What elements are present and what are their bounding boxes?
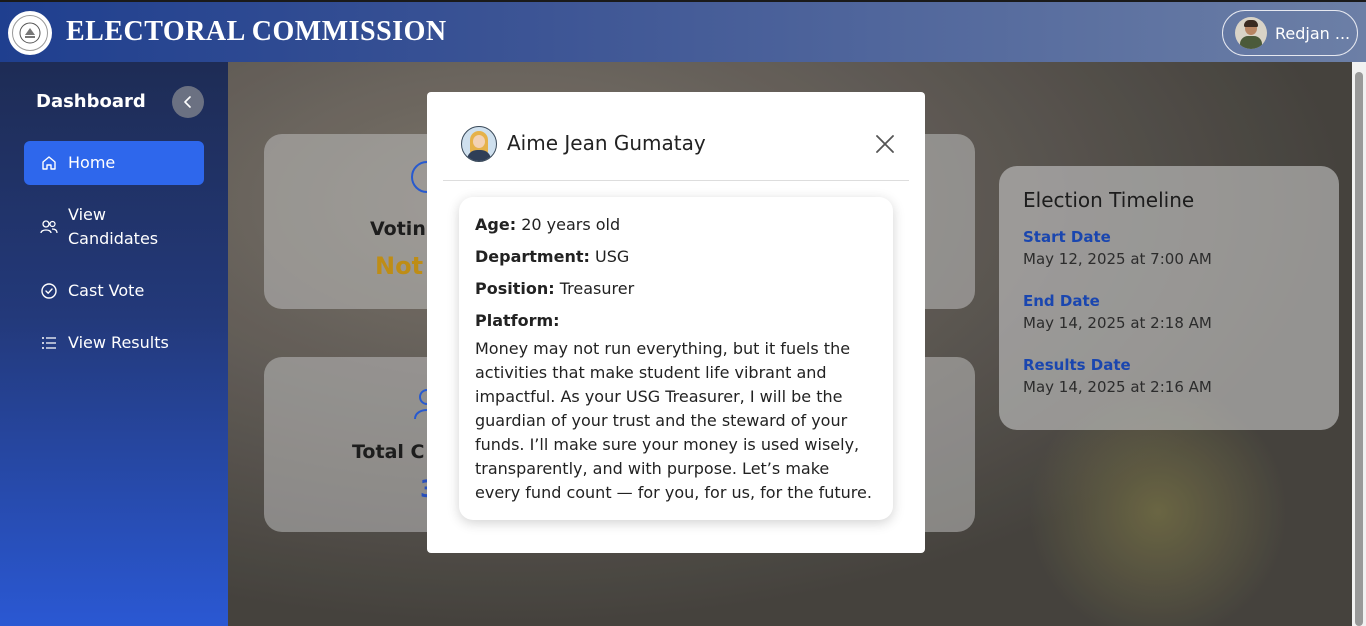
home-icon: [40, 151, 58, 175]
page-scrollbar[interactable]: [1352, 62, 1366, 626]
platform-label: Platform:: [475, 311, 560, 330]
sidebar-title: Dashboard: [36, 91, 146, 112]
position-value: Treasurer: [559, 279, 635, 298]
sidebar-item-home[interactable]: Home: [24, 141, 204, 185]
chevron-left-icon: [184, 96, 191, 108]
check-circle-icon: [40, 279, 58, 303]
sidebar-item-label: Cast Vote: [68, 281, 145, 300]
sidebar-item-cast-vote[interactable]: Cast Vote: [24, 269, 204, 313]
sidebar-item-label: View Candidates: [68, 205, 159, 248]
age-value: 20 years old: [521, 215, 621, 234]
sidebar-item-view-candidates[interactable]: View Candidates: [24, 193, 204, 261]
age-label: Age:: [475, 215, 517, 234]
platform-text: Money may not run everything, but it fue…: [475, 339, 872, 502]
user-menu-button[interactable]: Redjan ...: [1222, 10, 1358, 56]
candidate-avatar: [461, 126, 497, 162]
sidebar-item-label: Home: [68, 153, 116, 172]
sidebar-item-view-results[interactable]: View Results: [24, 321, 204, 365]
platform-row: Platform:: [475, 309, 877, 333]
collapse-sidebar-button[interactable]: [172, 86, 204, 118]
brand-title: ELECTORAL COMMISSION: [66, 16, 447, 47]
users-icon: [40, 203, 58, 251]
list-icon: [40, 331, 58, 355]
modal-header: Aime Jean Gumatay: [443, 92, 909, 181]
department-label: Department:: [475, 247, 590, 266]
department-value: USG: [594, 247, 630, 266]
position-label: Position:: [475, 279, 555, 298]
commission-logo[interactable]: [8, 11, 52, 55]
candidate-name: Aime Jean Gumatay: [507, 131, 706, 155]
close-modal-button[interactable]: [873, 132, 897, 156]
scrollbar-thumb[interactable]: [1355, 72, 1363, 626]
sidebar-item-label: View Results: [68, 333, 169, 352]
candidate-details-modal: Aime Jean Gumatay Age: 20 years old Depa…: [427, 92, 925, 553]
close-icon: [876, 135, 894, 153]
logo-seal: [12, 15, 48, 51]
user-name: Redjan ...: [1275, 23, 1351, 43]
position-row: Position: Treasurer: [475, 277, 877, 301]
department-row: Department: USG: [475, 245, 877, 269]
user-avatar: [1235, 17, 1267, 49]
age-row: Age: 20 years old: [475, 213, 877, 237]
top-header: ELECTORAL COMMISSION Redjan ...: [0, 0, 1366, 62]
candidate-info-card: Age: 20 years old Department: USG Positi…: [459, 197, 893, 520]
sidebar: Dashboard Home View Candidates Cast Vote…: [0, 62, 228, 626]
